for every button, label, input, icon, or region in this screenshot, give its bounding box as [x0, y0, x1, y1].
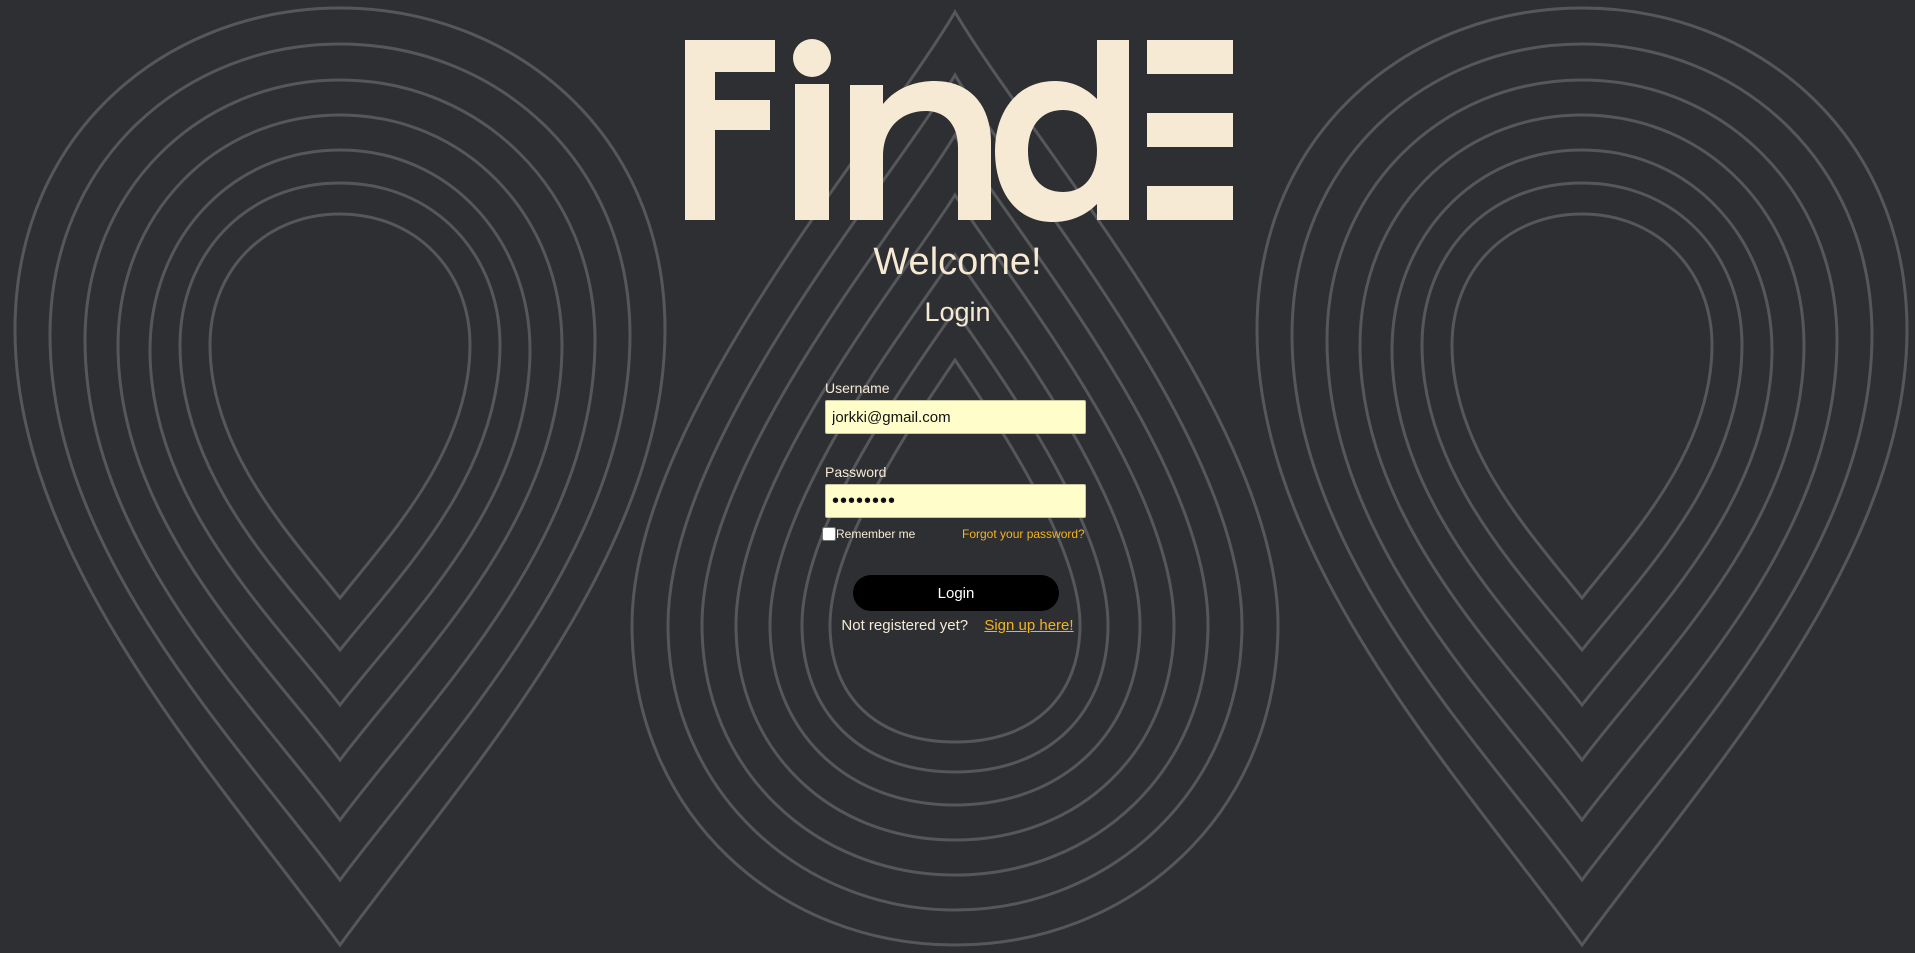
welcome-heading: Welcome!	[873, 241, 1042, 283]
remember-me-label: Remember me	[836, 527, 916, 541]
signup-link[interactable]: Sign up here!	[984, 617, 1073, 634]
password-label: Password	[825, 464, 887, 480]
login-page: Welcome! Login Username Password Remembe…	[0, 0, 1915, 953]
login-button[interactable]: Login	[853, 575, 1059, 611]
finde-logo	[685, 39, 1233, 222]
password-input[interactable]	[825, 484, 1086, 518]
login-heading: Login	[924, 297, 991, 327]
signup-prompt: Not registered yet?	[841, 617, 969, 634]
username-input[interactable]	[825, 400, 1086, 434]
remember-me-checkbox[interactable]	[822, 527, 836, 541]
username-label: Username	[825, 380, 890, 396]
forgot-password-link[interactable]: Forgot your password?	[962, 527, 1085, 542]
signup-row: Not registered yet? Sign up here!	[0, 616, 1915, 636]
